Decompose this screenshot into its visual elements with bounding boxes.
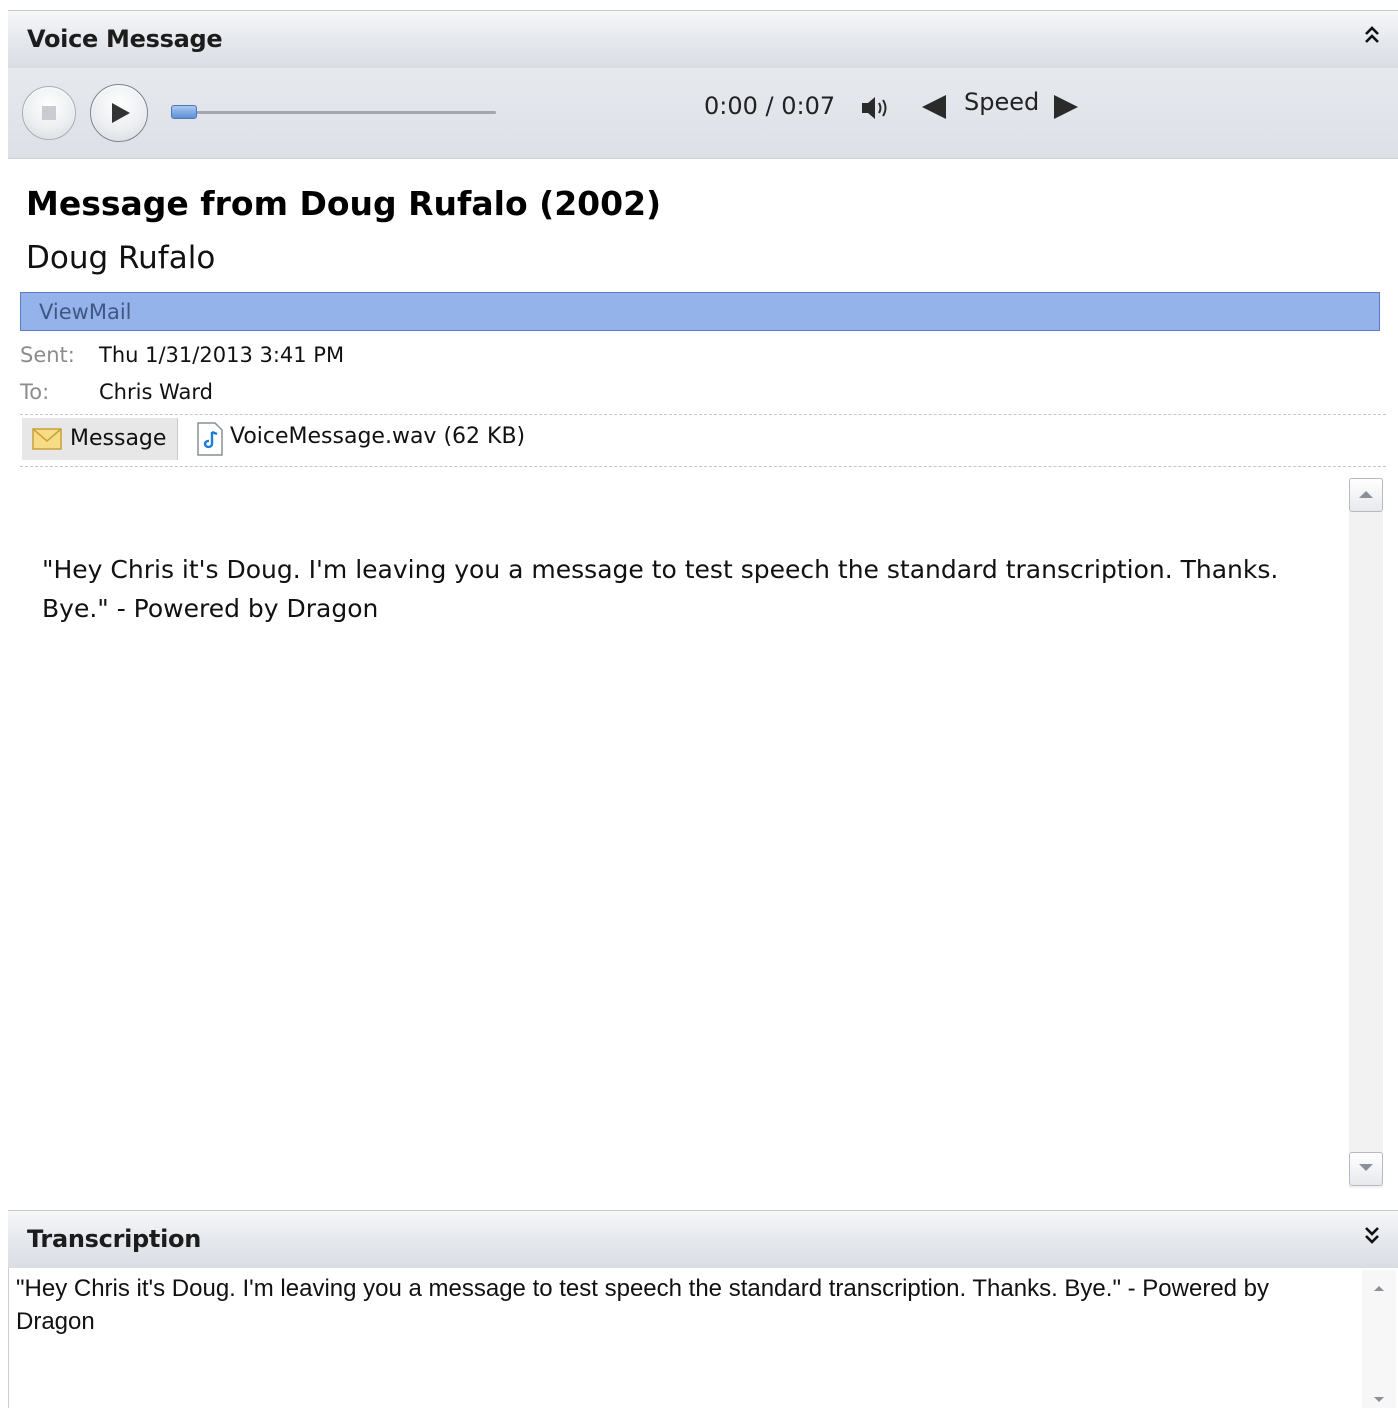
divider (20, 414, 1386, 415)
play-icon (112, 103, 130, 123)
arrow-up-icon (1359, 491, 1373, 498)
transcription-header: Transcription (8, 1210, 1398, 1270)
attachment-filename: VoiceMessage.wav (62 KB) (230, 424, 526, 449)
audio-file-icon (197, 422, 223, 456)
playback-time: 0:00 / 0:07 (704, 92, 836, 120)
voice-message-header: Voice Message (8, 10, 1398, 70)
volume-icon[interactable] (860, 94, 890, 122)
to-value[interactable]: Chris Ward (99, 380, 213, 404)
seek-track[interactable] (172, 111, 496, 114)
envelope-icon (32, 428, 62, 450)
sent-value: Thu 1/31/2013 3:41 PM (99, 343, 345, 367)
message-tab-label: Message (70, 426, 167, 451)
stop-icon (42, 106, 56, 120)
speed-label: Speed (964, 88, 1040, 116)
expand-chevron-icon[interactable] (1364, 1225, 1380, 1251)
category-bar: ViewMail (20, 292, 1380, 331)
collapse-chevron-icon[interactable] (1364, 25, 1380, 51)
transcription-text: "Hey Chris it's Doug. I'm leaving you a … (16, 1275, 1270, 1335)
transcription-title: Transcription (27, 1225, 201, 1253)
message-body: "Hey Chris it's Doug. I'm leaving you a … (42, 555, 1279, 623)
message-scrollbar[interactable] (1349, 478, 1383, 1188)
seek-slider-thumb[interactable] (171, 105, 197, 119)
category-label: ViewMail (39, 300, 132, 324)
scroll-down-button[interactable] (1349, 1152, 1383, 1186)
divider (20, 466, 1386, 467)
transcription-scrollbar[interactable] (1362, 1270, 1396, 1408)
arrow-down-icon[interactable] (1373, 1396, 1385, 1404)
speed-increase-icon[interactable] (1054, 95, 1078, 119)
to-label: To: (20, 380, 50, 404)
play-button[interactable] (90, 84, 148, 142)
speed-decrease-icon[interactable] (922, 95, 946, 119)
voice-message-title: Voice Message (27, 25, 223, 53)
sent-label: Sent: (20, 343, 75, 367)
arrow-up-icon[interactable] (1373, 1284, 1385, 1292)
message-sender: Doug Rufalo (26, 240, 216, 276)
stop-button[interactable] (22, 86, 76, 140)
message-tab[interactable]: Message (22, 418, 178, 460)
scroll-up-button[interactable] (1349, 478, 1383, 512)
message-subject: Message from Doug Rufalo (2002) (26, 184, 662, 223)
arrow-down-icon (1359, 1164, 1373, 1171)
